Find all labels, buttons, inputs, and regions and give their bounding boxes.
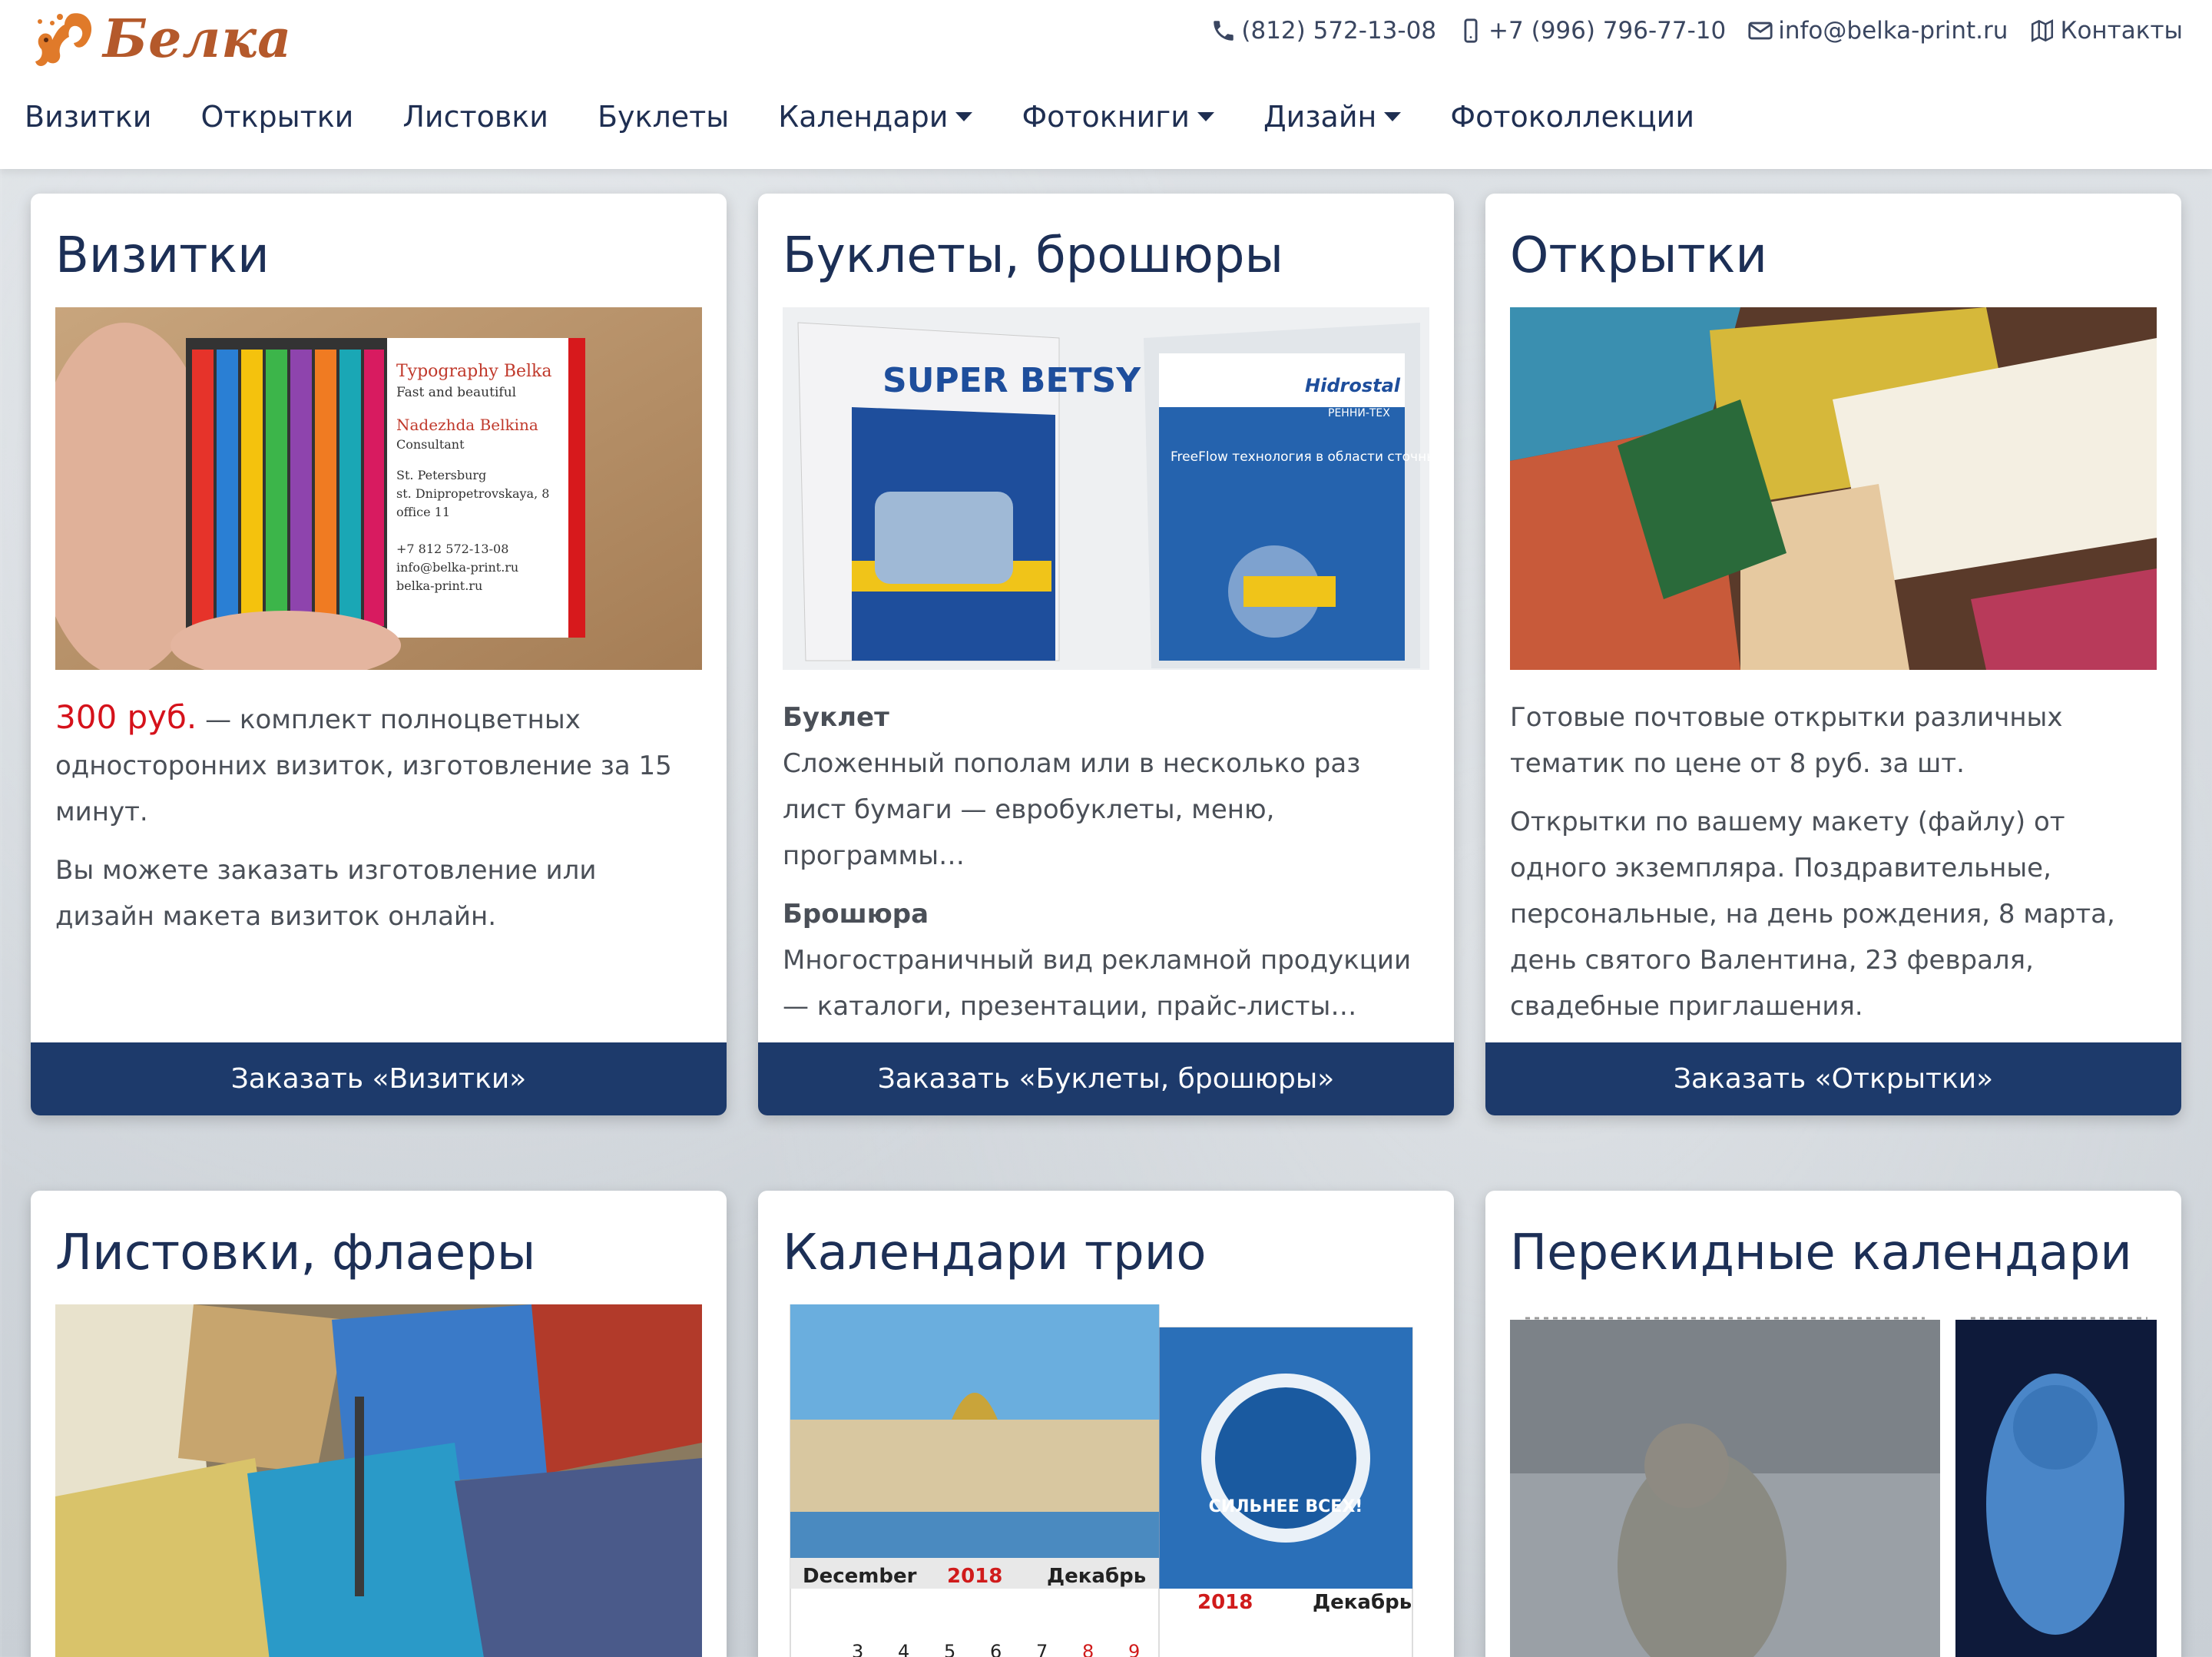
calendar-day: 7 (1036, 1641, 1048, 1657)
contacts-link[interactable]: Контакты (2029, 17, 2183, 45)
card-title: Перекидные календари (1510, 1225, 2132, 1281)
card-title: Открытки (1510, 227, 1767, 284)
nav-item-dizain[interactable]: Дизайн (1263, 100, 1402, 134)
contacts-text: Контакты (2060, 17, 2183, 45)
calendar-year: 2018 (947, 1565, 1002, 1588)
card-body: 300 руб. — комплект полноцветных односто… (55, 694, 702, 952)
calendar-month-ru: Декабрь (1047, 1565, 1146, 1588)
envelope-icon (1748, 22, 1773, 40)
booklet-right-text: FreeFlow технология в области сточных во… (1171, 449, 1429, 465)
card-text-site: belka-print.ru (396, 578, 482, 593)
card-text-city: St. Petersburg (396, 468, 486, 482)
order-buklety-button[interactable]: Заказать «Буклеты, брошюры» (758, 1042, 1454, 1115)
nav-item-listovki[interactable]: Листовки (402, 100, 548, 134)
nav-label: Визитки (25, 100, 152, 134)
calendar-day: 9 (1128, 1641, 1140, 1657)
nav-label: Дизайн (1263, 100, 1377, 134)
nav-label: Буклеты (597, 100, 730, 134)
booklet-company: РЕННИ-ТЕХ (1328, 407, 1390, 419)
card-text-street: st. Dnipropetrovskaya, 8 (396, 486, 549, 501)
postcards-ready-description: Готовые почтовые открытки различных тема… (1510, 702, 2063, 779)
card-description: Вы можете заказать изготовление или диза… (55, 855, 597, 932)
calendar-day: 3 (852, 1641, 863, 1657)
contacts-bar: (812) 572-13-08 +7 (996) 796-77-10 info@… (1189, 17, 2183, 45)
nav-item-fotokollektsii[interactable]: Фотоколлекции (1450, 100, 1694, 134)
business-card-image: Typography Belka Fast and beautiful Nade… (55, 307, 702, 670)
card-price-paragraph: 300 руб. — комплект полноцветных односто… (55, 694, 702, 835)
card-otkrytki: Открытки Готовые почтовые открытки разли… (1485, 194, 2181, 1115)
dropdown-caret-icon (1197, 112, 1214, 121)
card-text-name: Nadezhda Belkina (396, 416, 538, 434)
nav-label: Листовки (402, 100, 548, 134)
calendar-month-ru-right: Декабрь (1313, 1591, 1412, 1614)
nav-item-buklety[interactable]: Буклеты (598, 100, 729, 134)
booklet-left-title: SUPER BETSY (882, 361, 1141, 400)
email-text: info@belka-print.ru (1778, 17, 2008, 45)
mobile-link[interactable]: +7 (996) 796-77-10 (1458, 17, 1726, 45)
nav-label: Календари (778, 100, 949, 134)
card-kalendari-trio: Календари трио СИЛЬНЕЕ ВСЕХ! December 20… (758, 1191, 1454, 1657)
phone-text: (812) 572-13-08 (1241, 17, 1437, 45)
nav-item-fotoknigi[interactable]: Фотокниги (1022, 100, 1214, 134)
trio-calendars-image: СИЛЬНЕЕ ВСЕХ! December 2018 Декабрь 2018… (783, 1304, 1429, 1657)
card-text-office: office 11 (396, 505, 450, 519)
nav-label: Открытки (200, 100, 354, 134)
booklet-right-brand: Hidrostal (1305, 375, 1401, 396)
calendar-year-right: 2018 (1197, 1591, 1253, 1614)
calendar-day: 8 (1082, 1641, 1094, 1657)
calendar-badge-text: СИЛЬНЕЕ ВСЕХ! (1209, 1497, 1363, 1516)
card-listovki: Листовки, флаеры (31, 1191, 727, 1657)
price: 300 руб. (55, 698, 197, 736)
nav-item-kalendari[interactable]: Календари (778, 100, 973, 134)
card-text-company: Typography Belka (396, 362, 552, 381)
card-text-email: info@belka-print.ru (396, 560, 518, 575)
brand-name: Белка (103, 8, 293, 70)
card-body: Буклет Сложенный пополам или в несколько… (783, 694, 1429, 1042)
card-title: Визитки (55, 227, 270, 284)
card-text-phone: +7 812 572-13-08 (396, 542, 508, 556)
card-title: Листовки, флаеры (55, 1225, 536, 1281)
map-icon (2032, 19, 2054, 42)
card-text-position: Consultant (396, 437, 465, 452)
flyers-image (55, 1304, 702, 1657)
mobile-text: +7 (996) 796-77-10 (1488, 17, 1727, 45)
phone-link[interactable]: (812) 572-13-08 (1210, 17, 1436, 45)
booklets-image: SUPER BETSY Hidrostal РЕННИ-ТЕХ FreeFlow… (783, 307, 1429, 670)
phone-icon (1214, 21, 1234, 41)
dropdown-caret-icon (955, 112, 973, 121)
card-title: Календари трио (783, 1225, 1207, 1281)
dropdown-caret-icon (1384, 112, 1402, 121)
site-header: Белка (812) 572-13-08 +7 (996) 796-77-10… (0, 0, 2212, 169)
flip-calendars-image (1510, 1304, 2157, 1657)
mobile-phone-icon (1464, 18, 1478, 43)
booklet-description: Сложенный пополам или в несколько раз ли… (783, 748, 1361, 871)
card-body: Готовые почтовые открытки различных тема… (1510, 694, 2157, 1042)
card-title: Буклеты, брошюры (783, 227, 1284, 284)
card-buklety: Буклеты, брошюры SUPER BETSY Hidrostal Р… (758, 194, 1454, 1115)
main-nav: Визитки Открытки Листовки Буклеты Календ… (25, 100, 1743, 134)
card-text-slogan: Fast and beautiful (396, 385, 516, 400)
postcards-custom-description: Открытки по вашему макету (файлу) от одн… (1510, 807, 2115, 1022)
order-vizitki-button[interactable]: Заказать «Визитки» (31, 1042, 727, 1115)
squirrel-logo-icon (35, 13, 92, 66)
email-link[interactable]: info@belka-print.ru (1747, 17, 2008, 45)
card-vizitki: Визитки Typography Belka Fast and beauti… (31, 194, 727, 1115)
logo[interactable]: Белка (29, 5, 292, 74)
order-otkrytki-button[interactable]: Заказать «Открытки» (1485, 1042, 2181, 1115)
subheading-brochure: Брошюра (783, 899, 929, 930)
nav-label: Фотоколлекции (1450, 100, 1695, 134)
calendar-day: 6 (990, 1641, 1002, 1657)
brochure-description: Многостраничный вид рекламной продукции … (783, 945, 1412, 1022)
calendar-day: 5 (944, 1641, 955, 1657)
nav-item-vizitki[interactable]: Визитки (25, 100, 151, 134)
nav-label: Фотокниги (1022, 100, 1190, 134)
calendar-month-en: December (803, 1565, 917, 1588)
subheading-booklet: Буклет (783, 702, 889, 733)
calendar-day: 4 (898, 1641, 909, 1657)
nav-item-otkrytki[interactable]: Открытки (200, 100, 353, 134)
postcards-image (1510, 307, 2157, 670)
card-perekidnye: Перекидные календари (1485, 1191, 2181, 1657)
